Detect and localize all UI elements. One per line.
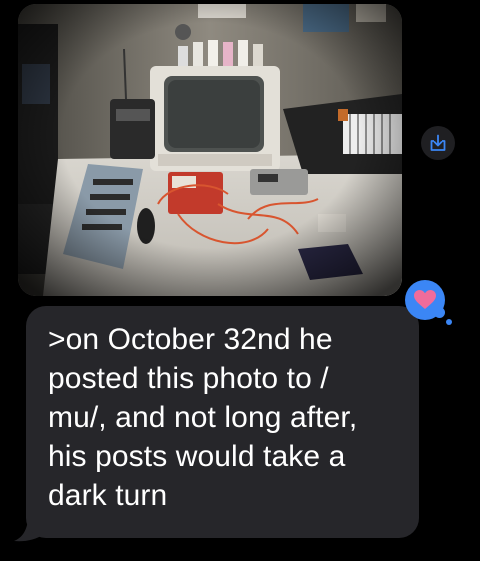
desk-photo — [18, 4, 402, 296]
message-line: posted this photo to / — [48, 362, 329, 395]
message-bubble[interactable]: >on October 32nd he posted this photo to… — [26, 306, 419, 538]
message-line: mu/, and not long after, — [48, 401, 358, 434]
heart-icon — [414, 290, 436, 309]
download-icon — [430, 134, 446, 151]
heart-reaction[interactable] — [405, 280, 445, 320]
message-line: dark turn — [48, 479, 168, 512]
message-line: >on October 32nd he — [48, 323, 333, 356]
photo-attachment[interactable] — [18, 4, 402, 296]
save-photo-button[interactable] — [421, 126, 455, 160]
message-thread: >on October 32nd he posted this photo to… — [0, 0, 480, 561]
reaction-tail — [446, 319, 452, 325]
message-line: his posts would take a — [48, 440, 346, 473]
